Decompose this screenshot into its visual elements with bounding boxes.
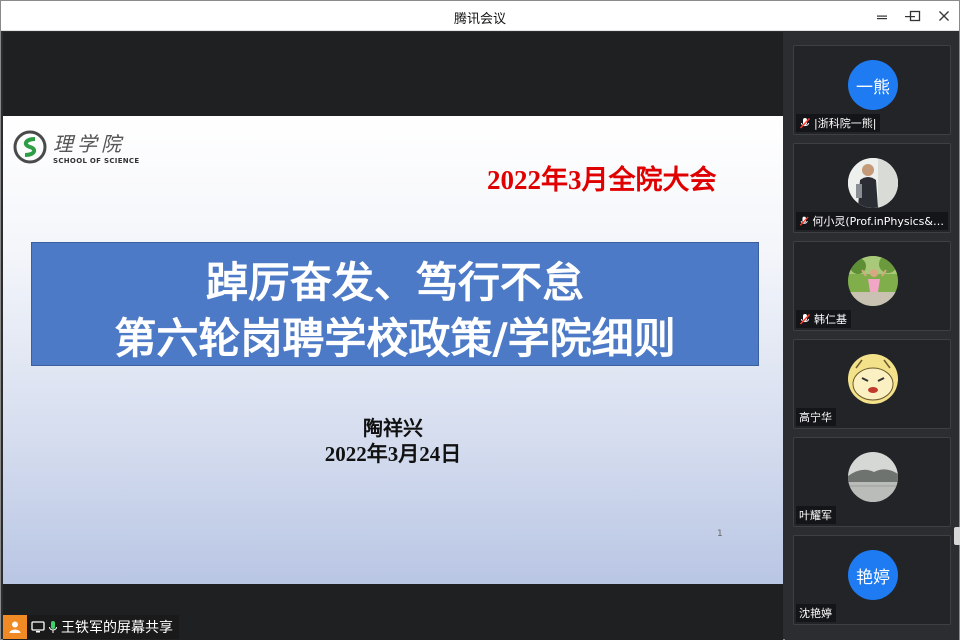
- speaker-name: 陶祥兴: [363, 416, 423, 440]
- presentation-slide: 理学院 SCHOOL OF SCIENCE 2022年3月全院大会 踔厉奋发、笃…: [3, 116, 783, 584]
- mic-muted-icon: [799, 216, 809, 226]
- meeting-window: 腾讯会议 理学院 SCHOOL OF SCIENCE 2022年3月全院大会 踔…: [0, 0, 960, 640]
- participant-name: 沈艳婷: [799, 607, 832, 620]
- avatar: [848, 452, 898, 502]
- presentation-date: 2022年3月24日: [324, 442, 462, 466]
- close-button[interactable]: [927, 1, 960, 31]
- participant-name: 高宁华: [799, 411, 832, 424]
- banner-line-2: 第六轮岗聘学校政策/学院细则: [114, 314, 676, 363]
- title-bar: 腾讯会议: [1, 1, 959, 31]
- share-label-box: 王铁军的屏幕共享: [27, 615, 179, 639]
- user-icon: [3, 615, 27, 639]
- participant-tile[interactable]: 一熊 |浙科院一熊|: [793, 45, 951, 135]
- avatar-photo-person: [848, 158, 898, 208]
- participant-tile[interactable]: 高宁华: [793, 339, 951, 429]
- avatar: [848, 354, 898, 404]
- avatar: 艳婷: [848, 550, 898, 600]
- participant-name: 何小灵(Prof.inPhysics&…: [812, 215, 944, 228]
- participant-tile[interactable]: 艳婷 沈艳婷: [793, 535, 951, 625]
- participant-tile[interactable]: 何小灵(Prof.inPhysics&…: [793, 143, 951, 233]
- avatar-cartoon-face: [848, 354, 898, 404]
- avatar: [848, 256, 898, 306]
- slide-page-number: 1: [717, 529, 723, 539]
- participant-tile[interactable]: 韩仁基: [793, 241, 951, 331]
- screen-share-indicator[interactable]: 王铁军的屏幕共享: [3, 615, 179, 639]
- participant-nametag: 高宁华: [796, 408, 836, 426]
- window-title: 腾讯会议: [453, 12, 506, 27]
- mic-muted-icon: [799, 117, 811, 129]
- banner-line-1: 踔厉奋发、笃行不怠: [205, 258, 584, 307]
- slide-banner: 踔厉奋发、笃行不怠 第六轮岗聘学校政策/学院细则: [31, 242, 759, 366]
- avatar: 一熊: [848, 60, 898, 110]
- screen-share-icon: [31, 621, 45, 633]
- avatar-initials: 艳婷: [856, 567, 890, 588]
- participant-nametag: 何小灵(Prof.inPhysics&…: [796, 212, 948, 230]
- participant-nametag: |浙科院一熊|: [796, 114, 881, 132]
- avatar-photo-child: [848, 256, 898, 306]
- participant-name: 韩仁基: [814, 313, 847, 326]
- participant-nametag: 叶耀军: [796, 506, 836, 524]
- school-logo: 理学院 SCHOOL OF SCIENCE: [13, 128, 139, 165]
- conference-title: 2022年3月全院大会: [487, 165, 717, 195]
- logo-chinese-name: 理学院: [53, 132, 125, 156]
- participant-name: 叶耀军: [799, 509, 832, 522]
- panel-collapse-handle[interactable]: [954, 527, 960, 545]
- participant-nametag: 韩仁基: [796, 310, 851, 328]
- participant-tile[interactable]: 叶耀军: [793, 437, 951, 527]
- shared-screen: 理学院 SCHOOL OF SCIENCE 2022年3月全院大会 踔厉奋发、笃…: [3, 32, 783, 640]
- share-label-text: 王铁军的屏幕共享: [61, 620, 173, 636]
- participants-panel: 一熊 |浙科院一熊| 何小灵(Prof.inPhysics&… 韩仁基 高宁华 …: [785, 32, 959, 640]
- avatar-photo-landscape: [848, 452, 898, 502]
- avatar: [848, 158, 898, 208]
- mic-icon: [48, 621, 58, 633]
- mic-muted-icon: [799, 313, 811, 325]
- avatar-initials: 一熊: [856, 77, 890, 98]
- participant-nametag: 沈艳婷: [796, 604, 836, 622]
- school-logo-icon: [13, 130, 47, 163]
- logo-english-name: SCHOOL OF SCIENCE: [53, 157, 140, 165]
- participant-name: |浙科院一熊|: [814, 117, 877, 130]
